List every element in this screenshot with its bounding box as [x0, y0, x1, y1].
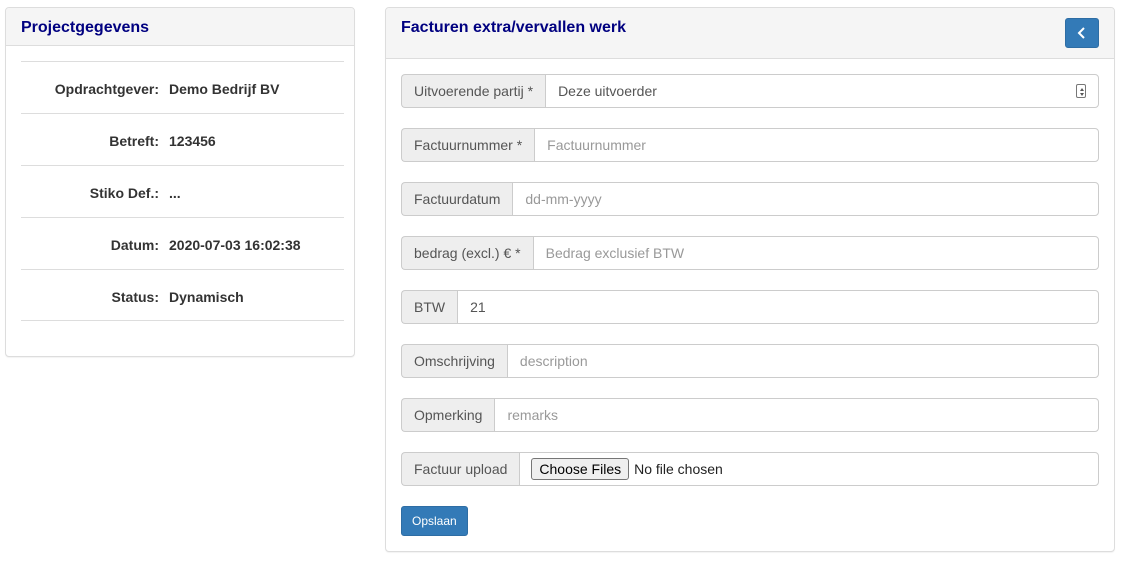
info-label: Betreft:	[109, 133, 159, 149]
amount-row: bedrag (excl.) € *	[401, 236, 1099, 270]
party-select[interactable]: Deze uitvoerder	[545, 74, 1099, 108]
invoice-panel-heading: Facturen extra/vervallen werk	[386, 8, 1114, 59]
vat-row: BTW	[401, 290, 1099, 324]
chevron-left-icon	[1077, 27, 1085, 39]
invoice-date-input[interactable]	[525, 191, 1086, 207]
info-value: 2020-07-03 16:02:38	[169, 237, 301, 253]
project-panel-heading: Projectgegevens	[6, 8, 354, 46]
invoice-number-label: Factuurnummer *	[401, 128, 535, 162]
info-label: Status:	[111, 289, 159, 305]
invoice-number-field-wrap	[534, 128, 1099, 162]
invoice-date-row: Factuurdatum	[401, 182, 1099, 216]
amount-label: bedrag (excl.) € *	[401, 236, 533, 270]
remarks-label: Opmerking	[401, 398, 495, 432]
vat-input[interactable]	[470, 299, 1086, 315]
info-label: Opdrachtgever:	[54, 81, 159, 97]
info-label: Stiko Def.:	[89, 185, 159, 201]
select-arrows-icon	[1076, 84, 1086, 98]
upload-row: Factuur upload Choose Files No file chos…	[401, 452, 1099, 486]
save-button[interactable]: Opslaan	[401, 506, 468, 536]
description-row: Omschrijving	[401, 344, 1099, 378]
back-button[interactable]	[1065, 18, 1099, 48]
party-select-value: Deze uitvoerder	[558, 83, 657, 99]
invoice-date-label: Factuurdatum	[401, 182, 513, 216]
vat-field-wrap	[457, 290, 1099, 324]
info-label: Datum:	[110, 237, 159, 253]
project-panel: Projectgegevens Opdrachtgever: Demo Bedr…	[5, 7, 355, 357]
description-input[interactable]	[519, 353, 1086, 369]
info-row-status: Status: Dynamisch	[21, 269, 344, 321]
invoice-panel: Facturen extra/vervallen werk Uitvoerend…	[385, 7, 1115, 552]
info-row-date: Datum: 2020-07-03 16:02:38	[21, 217, 344, 269]
invoice-panel-title: Facturen extra/vervallen werk	[401, 19, 627, 36]
info-row-subject: Betreft: 123456	[21, 113, 344, 165]
info-value: Dynamisch	[169, 289, 244, 305]
description-field-wrap	[506, 344, 1099, 378]
info-value: ...	[169, 185, 181, 201]
description-label: Omschrijving	[401, 344, 507, 378]
upload-field-wrap: Choose Files No file chosen	[519, 452, 1099, 486]
amount-field-wrap	[532, 236, 1099, 270]
project-panel-title: Projectgegevens	[21, 19, 150, 36]
file-status-text: No file chosen	[634, 461, 723, 477]
invoice-number-input[interactable]	[547, 137, 1086, 153]
remarks-field-wrap	[494, 398, 1099, 432]
remarks-input[interactable]	[507, 407, 1086, 423]
info-row-stiko: Stiko Def.: ...	[21, 165, 344, 217]
party-label: Uitvoerende partij *	[401, 74, 546, 108]
info-value: 123456	[169, 133, 216, 149]
invoice-number-row: Factuurnummer *	[401, 128, 1099, 162]
party-row: Uitvoerende partij * Deze uitvoerder	[401, 74, 1099, 108]
invoice-date-field-wrap	[512, 182, 1099, 216]
info-value: Demo Bedrijf BV	[169, 81, 280, 97]
info-row-client: Opdrachtgever: Demo Bedrijf BV	[21, 61, 344, 113]
upload-label: Factuur upload	[401, 452, 520, 486]
choose-files-button[interactable]: Choose Files	[531, 458, 630, 480]
amount-input[interactable]	[545, 245, 1086, 261]
project-info-table: Opdrachtgever: Demo Bedrijf BV Betreft: …	[21, 61, 344, 321]
remarks-row: Opmerking	[401, 398, 1099, 432]
vat-label: BTW	[401, 290, 458, 324]
